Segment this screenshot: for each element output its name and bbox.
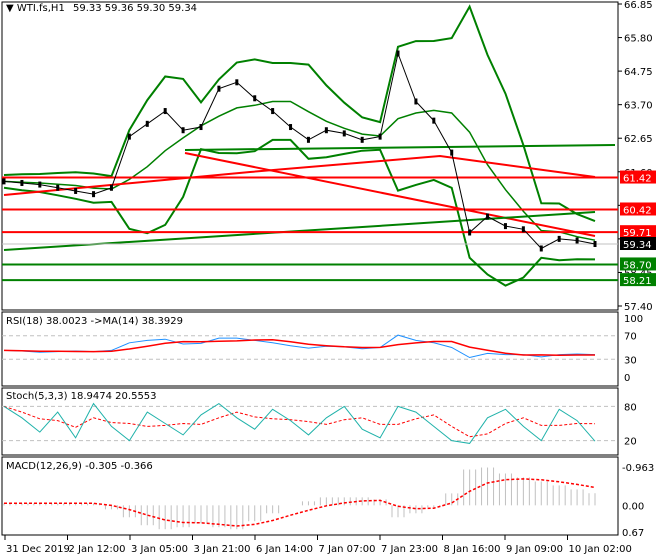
chart-window[interactable]: 66.8565.8064.7563.7062.6561.6060.5559.50…	[0, 0, 660, 560]
ohlc-label: 59.33 59.36 59.30 59.34	[73, 3, 198, 14]
rsi-tick-label: 100	[624, 314, 643, 325]
rsi-tick-label: 30	[624, 355, 637, 366]
price-candle	[306, 136, 310, 143]
rsi-tick-label: 70	[624, 332, 637, 343]
time-tick-label: 7 Jan 07:00	[319, 544, 376, 555]
time-tick-label: 9 Jan 09:00	[506, 544, 563, 555]
price-candle	[163, 108, 167, 115]
price-tick-label: 65.80	[624, 34, 653, 45]
time-tick-label: 6 Jan 14:00	[256, 544, 313, 555]
price-tick-label: 64.75	[624, 67, 653, 78]
price-tick-label: 62.65	[624, 134, 653, 145]
macd-title: MACD(12,26,9) -0.305 -0.366	[6, 461, 153, 472]
time-tick-label: 2 Jan 12:00	[69, 544, 126, 555]
level-label: 60.42	[623, 205, 652, 216]
price-candle	[38, 181, 42, 188]
chart-canvas[interactable]: 66.8565.8064.7563.7062.6561.6060.5559.50…	[0, 0, 660, 560]
price-candle	[432, 117, 436, 124]
macd-tick-label: -0.963	[622, 463, 654, 474]
bollinger-upper	[3, 4, 596, 223]
rsi-tick-label: 0	[624, 373, 630, 384]
dropdown-triangle-icon[interactable]: ▼	[6, 3, 14, 14]
price-candle	[486, 213, 490, 220]
price-candle	[378, 133, 382, 140]
price-candle	[271, 108, 275, 115]
price-candle	[289, 124, 293, 131]
price-candle	[521, 226, 525, 233]
price-candle	[253, 95, 257, 102]
stoch-tick-label: 20	[624, 437, 637, 448]
price-tick-label: 66.85	[624, 0, 653, 11]
time-tick-label: 7 Jan 23:00	[381, 544, 438, 555]
price-candle	[2, 178, 6, 185]
price-candle	[360, 136, 364, 143]
price-candle	[199, 124, 203, 131]
symbol-label: WTI.fs,H1	[16, 3, 65, 14]
trendline-green-upper	[184, 144, 616, 151]
price-candle	[145, 120, 149, 127]
macd-tick-label: 0.00	[622, 501, 644, 512]
price-candle	[217, 85, 221, 92]
price-candle	[235, 79, 239, 86]
price-candle	[557, 235, 561, 242]
time-tick-label: 3 Jan 21:00	[194, 544, 251, 555]
trendline-red	[184, 152, 596, 237]
price-candle	[468, 229, 472, 236]
price-candle	[20, 179, 24, 186]
time-tick-label: 10 Jan 02:00	[569, 544, 632, 555]
rsi-title: RSI(18) 38.0023 ->MA(14) 38.3929	[6, 316, 183, 327]
price-candle	[127, 133, 131, 140]
bollinger-middle	[3, 100, 596, 241]
price-candle	[56, 184, 60, 191]
time-tick-label: 3 Jan 05:00	[131, 544, 188, 555]
price-candle	[450, 149, 454, 156]
stoch-signal-line	[3, 405, 596, 438]
price-candle	[396, 50, 400, 57]
macd-tick-label: 0.67	[622, 528, 644, 539]
rsi-ma-line	[3, 339, 595, 356]
price-candle	[503, 223, 507, 230]
price-candle	[575, 237, 579, 244]
time-tick-label: 31 Dec 2019	[6, 544, 70, 555]
time-tick-label: 8 Jan 16:00	[444, 544, 501, 555]
level-label: 59.34	[623, 240, 652, 251]
price-candle	[342, 130, 346, 137]
rsi-line	[3, 334, 596, 359]
price-candle	[539, 245, 543, 252]
price-candle	[181, 127, 185, 134]
stoch-main-line	[3, 402, 596, 444]
price-tick-label: 57.40	[624, 302, 653, 313]
price-candle	[92, 191, 96, 198]
stoch-tick-label: 80	[624, 402, 637, 413]
level-label: 61.42	[623, 174, 652, 185]
level-label: 58.70	[623, 260, 652, 271]
chart-header: ▼ WTI.fs,H1 59.33 59.36 59.30 59.34	[6, 3, 197, 14]
price-candle	[593, 241, 597, 248]
price-candle	[74, 187, 78, 194]
stoch-title: Stoch(5,3,3) 18.9474 20.5553	[6, 391, 157, 402]
price-candle	[324, 127, 328, 134]
price-candle	[414, 98, 418, 105]
price-candle	[109, 184, 113, 191]
macd-signal-line	[4, 478, 596, 527]
price-tick-label: 63.70	[624, 101, 653, 112]
price-line	[3, 51, 596, 250]
level-label: 58.21	[623, 276, 652, 287]
